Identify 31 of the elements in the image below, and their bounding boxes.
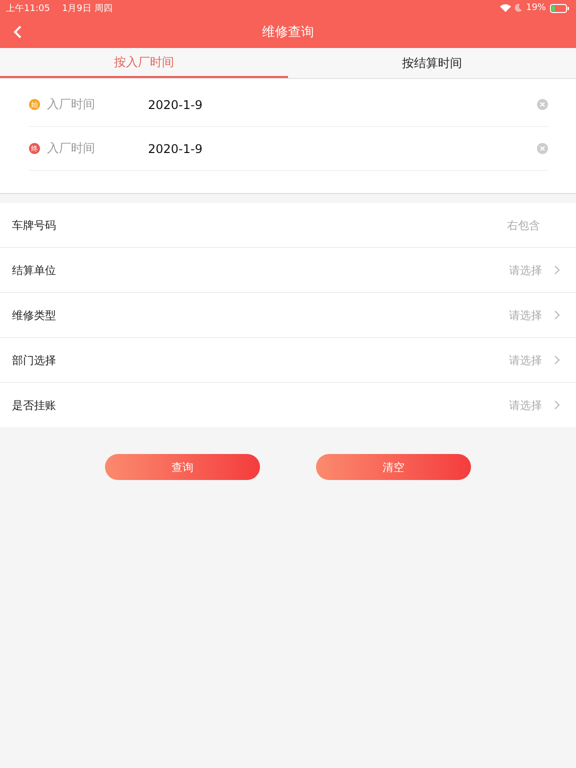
clear-icon[interactable] <box>537 99 548 110</box>
field-label: 车牌号码 <box>12 218 57 232</box>
field-label: 部门选择 <box>12 352 57 368</box>
select-placeholder[interactable]: 请选择 <box>509 308 542 322</box>
tab[interactable]: 按结算时间 <box>288 48 576 78</box>
date-field[interactable]: 2020-1-9 <box>148 142 537 156</box>
action-button[interactable]: 查询 <box>105 454 260 480</box>
input-field[interactable]: 右包含 <box>418 218 542 232</box>
chevron-icon <box>554 265 560 275</box>
field-label: 维修类型 <box>12 308 57 322</box>
status-date: 1月9日 周四 <box>62 2 112 14</box>
clear-icon[interactable] <box>537 143 548 154</box>
action-button[interactable]: 清空 <box>316 454 471 480</box>
select-placeholder[interactable]: 请选择 <box>509 262 542 278</box>
battery-percent: 19% <box>526 3 546 13</box>
back-icon[interactable] <box>13 25 22 39</box>
moon-icon <box>514 4 522 12</box>
status-time: 上午11:05 <box>6 2 50 14</box>
chevron-icon <box>554 355 560 365</box>
page-title: 维修查询 <box>262 24 314 41</box>
field-label: 是否挂账 <box>12 398 57 412</box>
battery-icon <box>550 4 570 12</box>
chevron-icon <box>554 400 560 410</box>
select-placeholder[interactable]: 请选择 <box>509 352 542 368</box>
date-field[interactable]: 2020-1-9 <box>148 98 537 112</box>
chevron-icon <box>554 310 560 320</box>
select-placeholder[interactable]: 请选择 <box>509 398 542 412</box>
date-label: 入厂时间 <box>47 96 96 113</box>
field-label: 结算单位 <box>12 262 57 278</box>
wifi-icon <box>500 4 511 12</box>
date-label: 入厂时间 <box>47 140 96 157</box>
